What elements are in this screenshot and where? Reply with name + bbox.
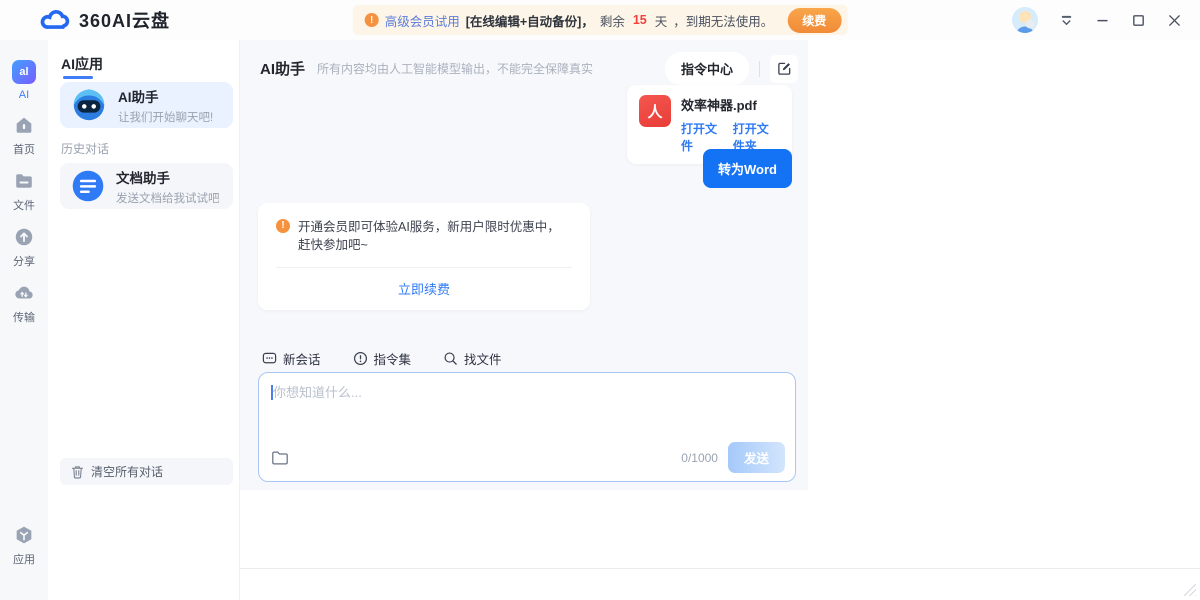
convert-to-word-button[interactable]: 转为Word [703,149,792,188]
membership-banner: ! 高级会员试用 [在线编辑+自动备份]， 剩余 15 天 ，到期无法使用。 续费 [353,5,848,35]
rail-label: 传输 [13,309,35,325]
new-chat-button[interactable]: 新会话 [262,349,321,368]
chat-bubble-icon [262,351,277,366]
rail-label: 应用 [13,551,35,567]
banner-days-unit: 天 [655,11,668,30]
maximize-icon[interactable] [1130,12,1146,28]
header-divider [759,61,760,77]
tab-active-underline [63,76,93,79]
chat-header: AI助手 所有内容均由人工智能模型输出，不能完全保障真实 指令中心 [260,52,798,85]
assistant-title: AI助手 [118,86,213,106]
alert-icon: ! [365,13,379,27]
command-set-label: 指令集 [374,349,412,368]
resize-grip[interactable] [1182,582,1196,596]
close-icon[interactable] [1166,12,1182,28]
search-icon [443,351,458,366]
membership-notice-card: ! 开通会员即可体验AI服务，新用户限时优惠中，赶快参加吧~ 立即续费 [258,203,590,310]
rail-item-ai[interactable]: al AI [0,60,48,101]
rail-item-transfer[interactable]: 传输 [0,282,48,325]
share-icon [13,226,35,248]
tab-ai-apps[interactable]: AI应用 [61,54,103,74]
new-note-icon[interactable] [770,55,798,83]
ai-app-icon: al [12,60,36,84]
chat-panel: AI助手 所有内容均由人工智能模型输出，不能完全保障真实 指令中心 人 效率神器… [240,40,808,490]
assistant-subtitle: 让我们开始聊天吧! [118,109,213,125]
doc-assistant-subtitle: 发送文档给我试试吧 [116,190,220,206]
alert-icon: ! [276,219,290,233]
rail-label: 首页 [13,141,35,157]
pdf-icon: 人 [639,95,671,127]
trash-icon [71,465,84,479]
char-counter: 0/1000 [681,451,718,465]
rail-label: 文件 [13,197,35,213]
folder-icon [13,170,35,192]
transfer-icon [13,282,35,304]
find-file-button[interactable]: 找文件 [443,349,502,368]
sidebar: AI应用 AI助手 让我们开始聊天吧! 历史对话 [48,40,240,600]
chat-input-box: 0/1000 发送 [258,372,796,482]
command-set-button[interactable]: 指令集 [353,349,412,368]
topbar: 360AI云盘 ! 高级会员试用 [在线编辑+自动备份]， 剩余 15 天 ，到期无法使用… [0,0,1200,40]
chat-input[interactable] [270,382,785,444]
find-file-label: 找文件 [464,349,502,368]
send-button[interactable]: 发送 [728,442,785,473]
minimize-icon[interactable] [1094,12,1110,28]
document-chat-icon [70,168,106,204]
minimize-to-tray-icon[interactable] [1058,12,1074,28]
sidebar-item-doc-assistant[interactable]: 文档助手 发送文档给我试试吧 [60,163,233,209]
command-circle-icon [353,351,368,366]
banner-trial-text: 高级会员试用 [385,11,460,30]
rail-item-apps[interactable]: 应用 [0,524,48,567]
rail-label: 分享 [13,253,35,269]
rail-item-home[interactable]: 首页 [0,114,48,157]
user-avatar[interactable] [1012,7,1038,33]
banner-days: 15 [631,13,649,27]
renew-now-link[interactable]: 立即续费 [276,268,572,310]
attach-folder-icon[interactable] [271,450,289,466]
clear-all-chats-button[interactable]: 清空所有对话 [60,458,233,485]
home-icon [13,114,35,136]
doc-assistant-title: 文档助手 [116,167,220,187]
rail-item-share[interactable]: 分享 [0,226,48,269]
command-center-button[interactable]: 指令中心 [665,52,749,85]
apps-icon [13,524,35,546]
chat-disclaimer: 所有内容均由人工智能模型输出，不能完全保障真实 [317,60,593,77]
file-name: 效率神器.pdf [681,95,780,114]
logo-text: 360AI云盘 [79,7,170,33]
input-toolbar: 新会话 指令集 找文件 [262,349,502,368]
robot-icon [70,86,108,124]
banner-feature-text: [在线编辑+自动备份]， [466,11,594,30]
banner-remain-text: 剩余 [600,11,625,30]
renew-button[interactable]: 续费 [787,8,841,33]
sidebar-item-ai-assistant[interactable]: AI助手 让我们开始聊天吧! [60,82,233,128]
notice-text: 开通会员即可体验AI服务，新用户限时优惠中，赶快参加吧~ [298,218,572,254]
rail-label: AI [19,89,29,101]
logo-cloud-icon [40,9,70,31]
history-label: 历史对话 [61,140,109,157]
chat-title: AI助手 [260,58,305,79]
banner-suffix-text: ，到期无法使用。 [673,11,773,30]
left-rail: al AI 首页 文件 分享 传输 [0,40,48,600]
rail-item-files[interactable]: 文件 [0,170,48,213]
clear-all-chats-label: 清空所有对话 [91,463,163,480]
app-logo: 360AI云盘 [40,7,170,33]
new-chat-label: 新会话 [283,349,321,368]
